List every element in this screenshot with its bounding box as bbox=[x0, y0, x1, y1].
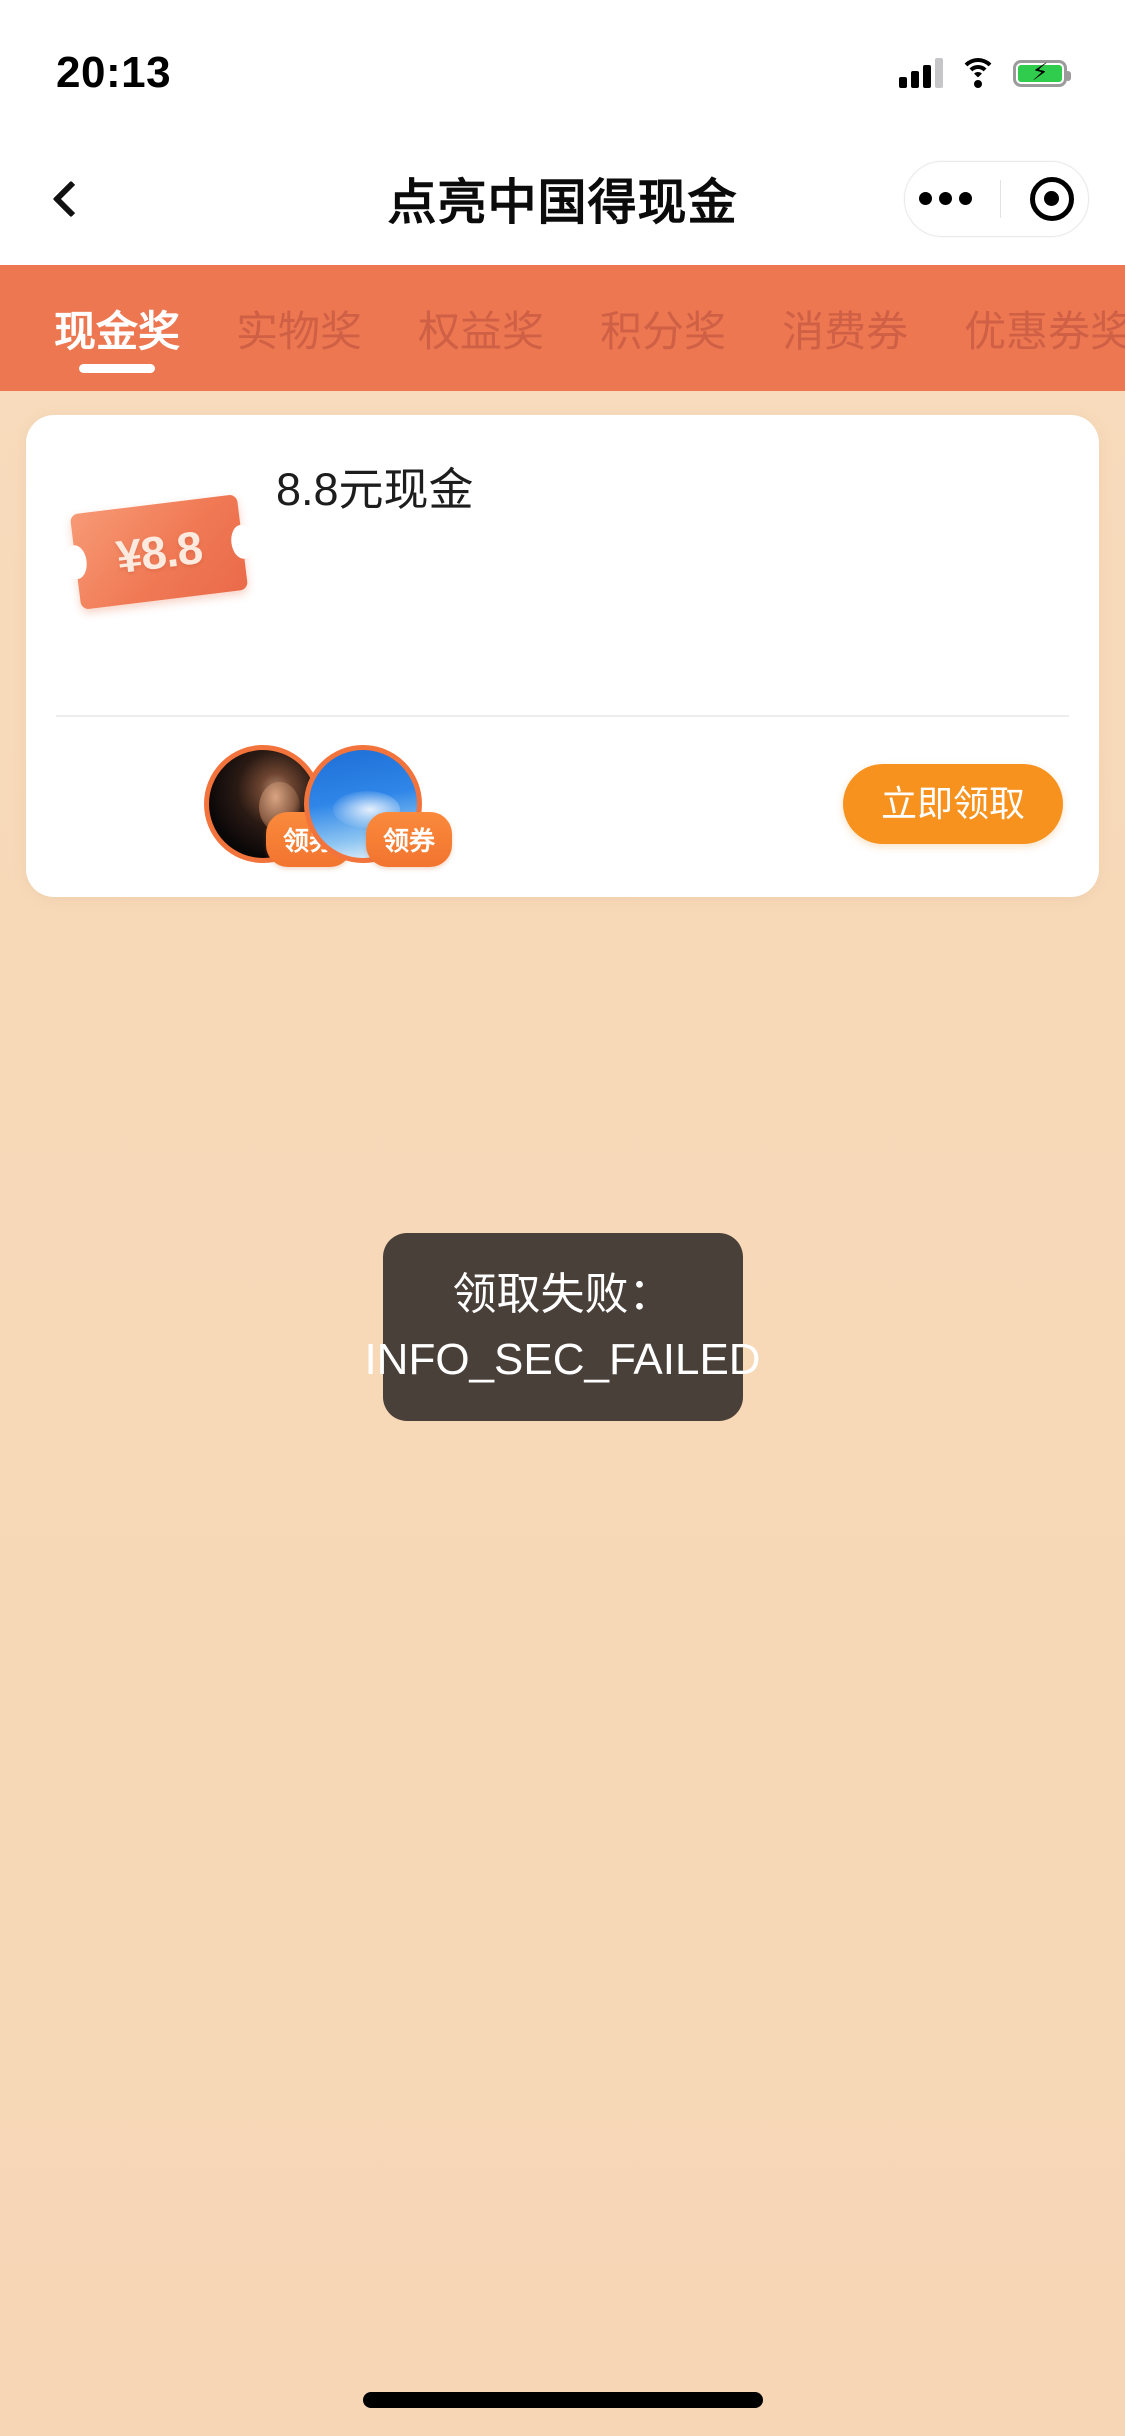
prize-card-top: ¥8.8 8.8元现金 bbox=[26, 415, 1099, 715]
status-bar-indicators: ⚡ bbox=[899, 58, 1071, 88]
miniprogram-capsule bbox=[904, 160, 1089, 237]
tab-consumption-voucher[interactable]: 消费券 bbox=[754, 265, 936, 391]
tab-coupon-prize[interactable]: 优惠券奖 bbox=[936, 265, 1125, 391]
navigation-bar: 点亮中国得现金 bbox=[0, 132, 1125, 265]
status-bar-time: 20:13 bbox=[56, 48, 172, 97]
back-chevron-icon bbox=[52, 180, 90, 217]
target-circle-icon[interactable] bbox=[1029, 176, 1074, 221]
coupon-ticket-amount: ¥8.8 bbox=[113, 520, 205, 584]
error-toast: 领取失败： INFO_SEC_FAILED bbox=[364, 1233, 761, 1421]
home-indicator[interactable] bbox=[362, 2392, 763, 2408]
prize-card[interactable]: ¥8.8 8.8元现金 领券 领券 立即领取 bbox=[26, 415, 1099, 897]
tab-rights-prize[interactable]: 权益奖 bbox=[390, 265, 572, 391]
capsule-divider bbox=[1000, 179, 1002, 218]
signal-bars-icon bbox=[899, 58, 943, 88]
toast-error-code: INFO_SEC_FAILED bbox=[364, 1335, 761, 1384]
toast-title: 领取失败： bbox=[452, 1270, 673, 1319]
prize-title: 8.8元现金 bbox=[276, 464, 474, 515]
tab-points-prize[interactable]: 积分奖 bbox=[572, 265, 754, 391]
main-content: ¥8.8 8.8元现金 领券 领券 立即领取 bbox=[0, 391, 1125, 897]
more-dots-icon[interactable] bbox=[919, 192, 973, 205]
prize-card-bottom: 领券 领券 立即领取 bbox=[26, 717, 1099, 897]
prize-category-tabs[interactable]: 现金奖 实物奖 权益奖 积分奖 消费券 优惠券奖 bbox=[0, 265, 1125, 391]
avatar-group: 领券 领券 bbox=[204, 745, 452, 867]
avatar-item[interactable]: 领券 bbox=[304, 745, 452, 867]
coupon-ticket-icon: ¥8.8 bbox=[69, 494, 249, 610]
battery-charging-icon: ⚡ bbox=[1013, 59, 1071, 87]
status-bar: 20:13 ⚡ bbox=[0, 0, 1125, 132]
back-button[interactable] bbox=[36, 164, 106, 234]
prize-card-info: 8.8元现金 bbox=[262, 449, 1069, 715]
coupon-badge[interactable]: 领券 bbox=[365, 812, 452, 867]
coupon-thumbnail: ¥8.8 bbox=[56, 449, 262, 655]
tab-cash-prize[interactable]: 现金奖 bbox=[26, 265, 208, 391]
wifi-icon bbox=[959, 58, 997, 88]
claim-now-button[interactable]: 立即领取 bbox=[842, 764, 1063, 844]
tab-physical-prize[interactable]: 实物奖 bbox=[208, 265, 390, 391]
